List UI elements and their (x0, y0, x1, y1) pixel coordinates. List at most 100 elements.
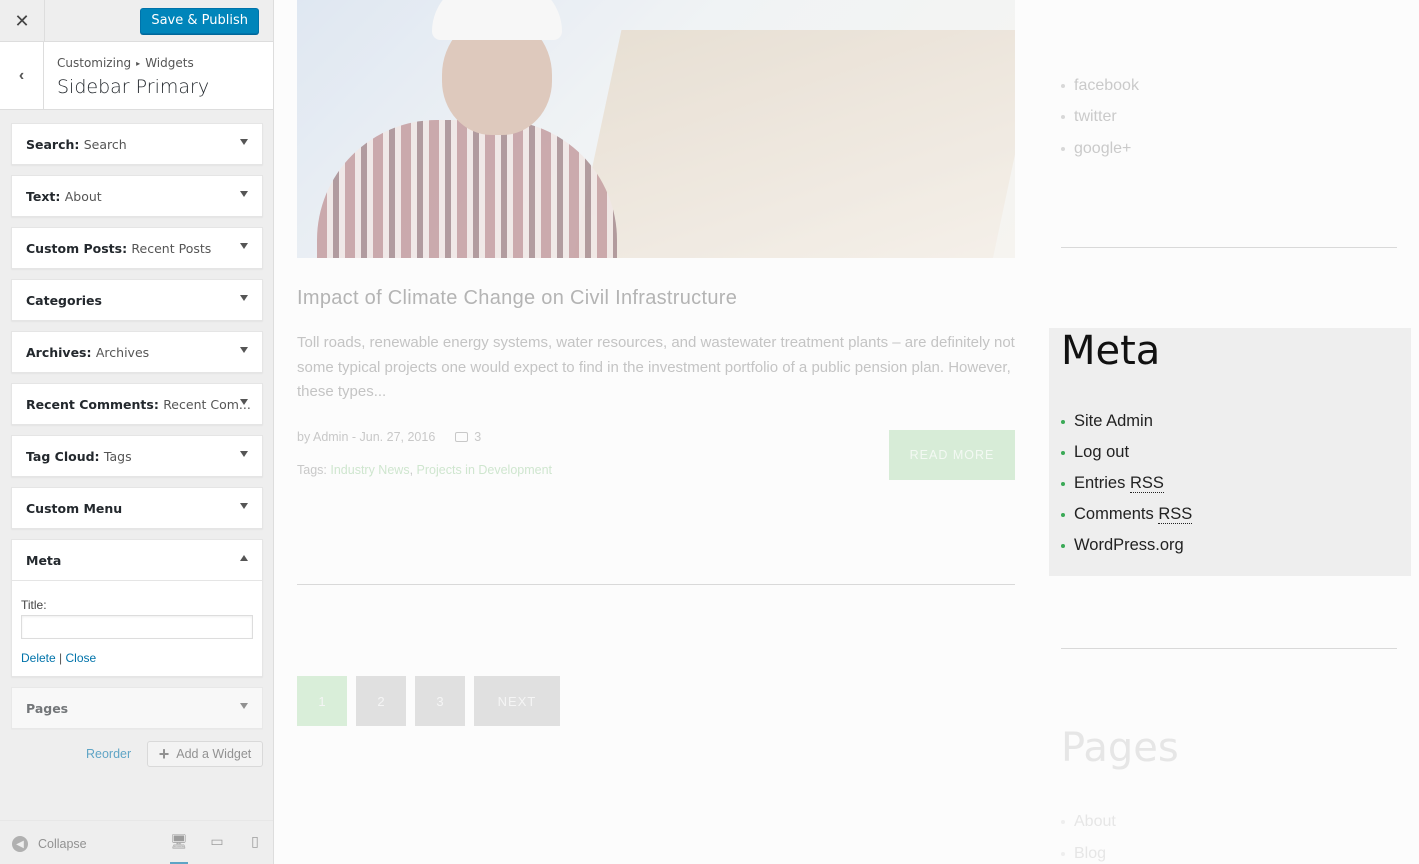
collapse-button[interactable]: ◀ Collapse (12, 836, 87, 852)
widget-type: Tag Cloud (26, 449, 95, 464)
widget-tag-cloud[interactable]: Tag Cloud: Tags (11, 435, 263, 477)
customizer-panel: ✕ Save & Publish ‹ Customizing ▸ Widgets S… (0, 0, 274, 864)
widget-text[interactable]: Text: About (11, 175, 263, 217)
list-item[interactable]: Site Admin (1061, 406, 1192, 437)
list-item[interactable]: twitter (1061, 102, 1139, 134)
add-widget-label: Add a Widget (176, 747, 252, 761)
page-link[interactable]: Blog (1074, 845, 1106, 863)
list-item[interactable]: facebook (1061, 70, 1139, 102)
expand-arrow-icon[interactable] (240, 295, 248, 301)
log-out-link[interactable]: Log out (1074, 443, 1129, 462)
desktop-preview-icon[interactable]: 🖥 (170, 833, 188, 864)
section-header: ‹ Customizing ▸ Widgets Sidebar Primary (0, 42, 273, 110)
title-input[interactable] (21, 615, 253, 639)
widget-categories[interactable]: Categories (11, 279, 263, 321)
pages-widget-title: Pages (1061, 725, 1179, 771)
expand-arrow-icon[interactable] (240, 191, 248, 197)
rss-abbr: RSS (1129, 474, 1164, 493)
expand-arrow-icon[interactable] (240, 139, 248, 145)
expand-arrow-icon[interactable] (240, 451, 248, 457)
meta-widget-title: Meta (1061, 328, 1161, 374)
widget-search[interactable]: Search: Search (11, 123, 263, 165)
bullet-icon (1061, 146, 1065, 151)
page-1-button[interactable]: 1 (297, 676, 347, 726)
list-item[interactable]: Blog (1061, 838, 1116, 864)
reorder-link[interactable]: Reorder (86, 747, 131, 761)
list-item[interactable]: WordPress.org (1061, 530, 1192, 561)
post-excerpt: Toll roads, renewable energy systems, wa… (297, 334, 1015, 400)
expand-arrow-icon[interactable] (240, 243, 248, 249)
entries-rss-link[interactable]: Entries RSS (1074, 474, 1164, 493)
title-label: Title: (21, 598, 47, 612)
page-2-button[interactable]: 2 (356, 676, 406, 726)
widget-type: Search (26, 137, 75, 152)
post-meta: by Admin - Jun. 27, 2016 3 (297, 430, 481, 444)
bullet-icon (1061, 512, 1065, 517)
breadcrumb-separator: ▸ (136, 59, 141, 68)
widget-custom-posts[interactable]: Custom Posts: Recent Posts (11, 227, 263, 269)
widget-instance: Recent Com... (163, 397, 251, 412)
widget-type: Custom Menu (26, 501, 123, 516)
collapse-arrow-icon[interactable] (240, 555, 248, 561)
social-link[interactable]: google+ (1074, 140, 1131, 158)
tag-link[interactable]: Projects in Development (417, 463, 552, 477)
tags-label: Tags: (297, 463, 327, 477)
close-icon[interactable]: ✕ (0, 0, 45, 42)
tablet-preview-icon[interactable]: ▭ (208, 833, 226, 849)
list-item[interactable]: About (1061, 806, 1116, 838)
widget-custom-menu[interactable]: Custom Menu (11, 487, 263, 529)
page-3-button[interactable]: 3 (415, 676, 465, 726)
list-item[interactable]: Comments RSS (1061, 499, 1193, 530)
social-link[interactable]: facebook (1074, 77, 1139, 95)
next-page-button[interactable]: NEXT (474, 676, 560, 726)
wordpress-org-link[interactable]: WordPress.org (1074, 536, 1184, 555)
back-arrow-icon[interactable]: ‹ (0, 42, 44, 109)
mobile-preview-icon[interactable]: ▯ (246, 833, 264, 849)
comments-rss-link[interactable]: Comments RSS (1074, 505, 1193, 524)
social-links-list: facebook twitter google+ (1061, 70, 1139, 165)
pagination: 1 2 3 NEXT (297, 676, 560, 726)
save-publish-button[interactable]: Save & Publish (140, 8, 259, 34)
post-title[interactable]: Impact of Climate Change on Civil Infras… (297, 287, 737, 310)
widget-meta[interactable]: Meta Title: Delete | Close (11, 539, 263, 677)
breadcrumb-child: Widgets (145, 56, 194, 70)
bullet-icon (1061, 115, 1065, 120)
page-link[interactable]: About (1074, 813, 1116, 831)
list-item[interactable]: Log out (1061, 437, 1192, 468)
expand-arrow-icon[interactable] (240, 399, 248, 405)
site-admin-link[interactable]: Site Admin (1074, 412, 1153, 431)
tag-link[interactable]: Industry News (330, 463, 409, 477)
plus-icon: + (158, 744, 170, 764)
entries-label: Entries (1074, 474, 1126, 492)
expand-arrow-icon[interactable] (240, 503, 248, 509)
close-link[interactable]: Close (66, 651, 97, 665)
widget-instance: Recent Posts (131, 241, 212, 256)
list-item[interactable]: google+ (1061, 133, 1139, 165)
site-preview: Impact of Climate Change on Civil Infras… (274, 0, 1419, 864)
widget-type: Custom Posts (26, 241, 123, 256)
customizer-header: ✕ Save & Publish (0, 0, 273, 42)
pages-list: About Blog (1061, 806, 1116, 864)
post-tags: Tags: Industry News, Projects in Develop… (297, 463, 552, 477)
delete-link[interactable]: Delete (21, 651, 56, 665)
post-featured-image[interactable] (297, 0, 1015, 258)
meta-links-list: Site Admin Log out Entries RSS Comments … (1061, 406, 1193, 561)
list-item[interactable]: Entries RSS (1061, 468, 1192, 499)
expand-arrow-icon[interactable] (240, 703, 248, 709)
collapse-label: Collapse (38, 837, 87, 851)
widget-archives[interactable]: Archives: Archives (11, 331, 263, 373)
add-widget-button[interactable]: + Add a Widget (147, 741, 263, 767)
widget-instance: Archives (95, 345, 150, 360)
expand-arrow-icon[interactable] (240, 347, 248, 353)
widget-pages[interactable]: Pages (11, 687, 263, 729)
widget-meta-header[interactable]: Meta (12, 540, 262, 581)
comment-bubble-icon (455, 432, 469, 442)
meta-widget-preview: Meta Site Admin Log out Entries RSS Comm… (1049, 328, 1411, 576)
bullet-icon (1061, 852, 1065, 856)
read-more-button[interactable]: READ MORE (889, 430, 1015, 480)
breadcrumb: Customizing ▸ Widgets (57, 56, 194, 70)
social-link[interactable]: twitter (1074, 108, 1117, 126)
rss-abbr: RSS (1158, 505, 1193, 524)
widget-recent-comments[interactable]: Recent Comments: Recent Com... (11, 383, 263, 425)
comment-count[interactable]: 3 (455, 430, 481, 444)
